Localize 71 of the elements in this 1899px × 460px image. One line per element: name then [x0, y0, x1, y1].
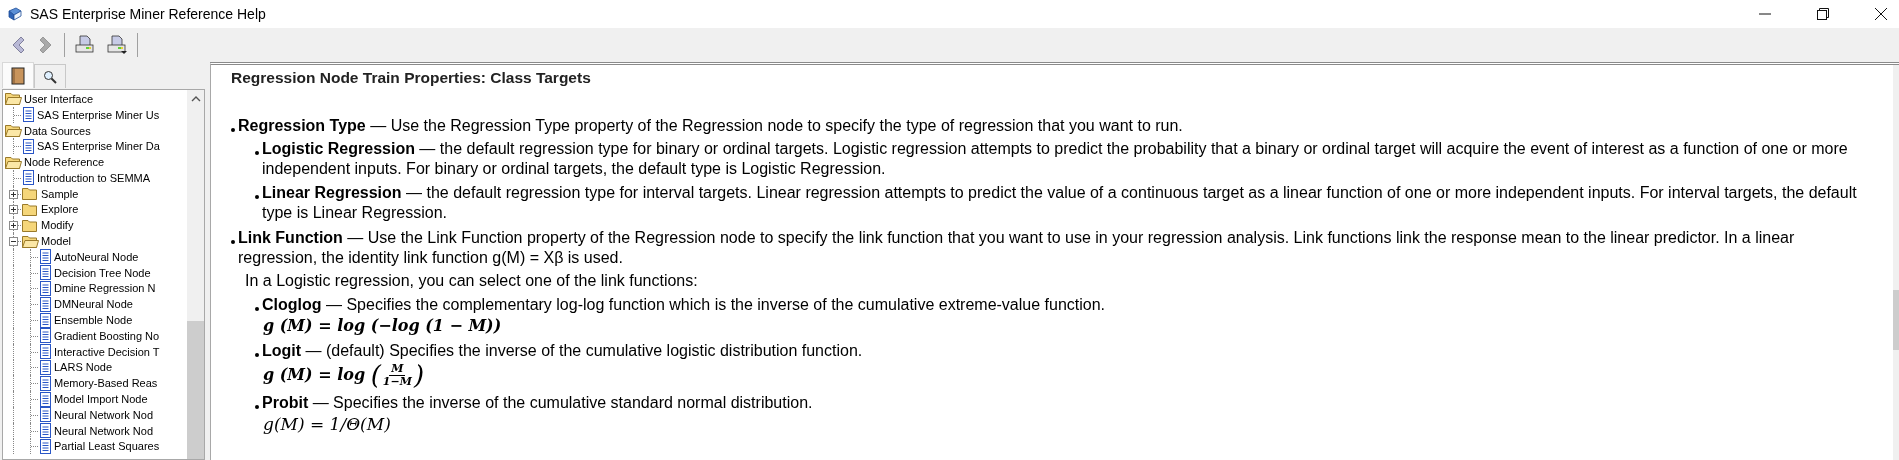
bullet-text: Logistic Regression — the default regression type for binary or ordinal targets. Logistic regression attempts to predict the probability that a binary or ordinal target will acquire the event of interest as a function of one or more independent inputs. For binary or ordinal targets, the default type is Logistic Regression.: [262, 139, 1849, 179]
tree-item[interactable]: Neural Network Nod: [54, 406, 154, 423]
document-icon: [39, 249, 52, 265]
tree-scrollbar[interactable]: [187, 90, 204, 459]
document-icon: [39, 344, 52, 360]
tree-item[interactable]: Decision Tree Node: [54, 264, 151, 281]
tree-item[interactable]: Memory-Based Reas: [54, 375, 158, 392]
expander-icon[interactable]: [9, 221, 18, 231]
formula: g(M) = 1/Θ(M): [263, 414, 391, 434]
close-icon[interactable]: [1875, 8, 1887, 20]
bullet-text: Probit — Specifies the inverse of the cumulative standard normal distribution.: [262, 393, 813, 413]
search-tab[interactable]: [34, 64, 66, 88]
bullet-text: Linear Regression — the default regression type for interval targets. Linear regression attempts to predict the value of a continuous target as a linear function of one or more independent inputs. For interval targets, the default type is Linear Regression.: [262, 183, 1858, 223]
expander-icon[interactable]: [9, 205, 18, 215]
document-icon: [39, 312, 52, 328]
document-icon: [39, 423, 52, 439]
document-icon: [39, 438, 52, 454]
tree-item[interactable]: Model Import Node: [54, 391, 148, 408]
document-icon: [39, 328, 52, 344]
book-icon: [11, 66, 25, 85]
tree-item[interactable]: Sample: [41, 185, 79, 202]
help-book-icon: [7, 6, 23, 22]
tree-item[interactable]: DMNeural Node: [54, 296, 133, 313]
tree-item[interactable]: SAS Enterprise Miner Da: [37, 138, 160, 155]
document-icon: [39, 391, 52, 407]
paragraph: In a Logistic regression, you can select one of the link functions:: [245, 271, 699, 291]
printer-icon: [74, 35, 96, 55]
document-icon: [39, 265, 52, 281]
folder-icon: [22, 187, 39, 201]
document-icon: [39, 296, 52, 312]
bullet-text: Cloglog — Specifies the complementary log-log function which is the inverse of the cumulative extreme-value function.: [262, 295, 1106, 315]
content-scrollbar[interactable]: [1893, 65, 1899, 460]
document-icon: [22, 170, 35, 186]
bullet-text: Regression Type — Use the Regression Type property of the Regression node to specify the type of regression that you want to run.: [238, 116, 1183, 136]
restore-icon[interactable]: [1817, 8, 1829, 20]
tree-item[interactable]: Neural Network Nod: [54, 422, 154, 439]
printer-icon: [106, 35, 128, 55]
tree-item[interactable]: Node Reference: [24, 154, 105, 171]
tree-item[interactable]: Explore: [41, 201, 79, 218]
document-icon: [39, 359, 52, 375]
bullet-text: Logit — (default) Specifies the inverse of the cumulative logistic distribution function.: [262, 341, 863, 361]
tree-item[interactable]: Interactive Decision T: [54, 343, 160, 360]
document-icon: [39, 375, 52, 391]
folder-icon: [22, 218, 39, 232]
scroll-up-icon[interactable]: [190, 96, 201, 102]
tree-item[interactable]: LARS Node: [54, 359, 113, 376]
open-folder-icon: [22, 234, 39, 248]
expander-icon[interactable]: [9, 189, 18, 199]
document-icon: [22, 107, 35, 123]
tree-item[interactable]: Model: [41, 233, 71, 250]
tree-item[interactable]: Ensemble Node: [54, 312, 133, 329]
tree-item[interactable]: Partial Least Squares: [54, 438, 160, 455]
tree-item[interactable]: User Interface: [24, 90, 94, 107]
search-icon: [43, 69, 57, 84]
tree-item[interactable]: Data Sources: [24, 122, 91, 139]
document-icon: [39, 407, 52, 423]
tree-item[interactable]: Modify: [41, 217, 74, 234]
tree-item[interactable]: Gradient Boosting No: [54, 327, 160, 344]
page-heading: Regression Node Train Properties: Class Targets: [231, 68, 592, 88]
contents-tab[interactable]: [2, 62, 34, 88]
window-title: SAS Enterprise Miner Reference Help: [30, 6, 266, 22]
bullet-text: Link Function — Use the Link Function property of the Regression node to specify the link function that you want to use in your regression analysis. Link functions link the response mean to the linear predictor. In a linear regression, the identity link function g(M) = Xβ is used.: [238, 228, 1796, 268]
formula: g (M) = log (−log (1 − M)): [263, 316, 502, 335]
folder-icon: [22, 202, 39, 216]
tree-item[interactable]: Dmine Regression N: [54, 280, 156, 297]
tree-item[interactable]: AutoNeural Node: [54, 248, 139, 265]
expander-icon[interactable]: [9, 237, 18, 247]
tree-item[interactable]: Introduction to SEMMA: [37, 169, 151, 186]
tree-item[interactable]: SAS Enterprise Miner Us: [37, 106, 160, 123]
document-icon: [22, 138, 35, 154]
document-icon: [39, 280, 52, 296]
